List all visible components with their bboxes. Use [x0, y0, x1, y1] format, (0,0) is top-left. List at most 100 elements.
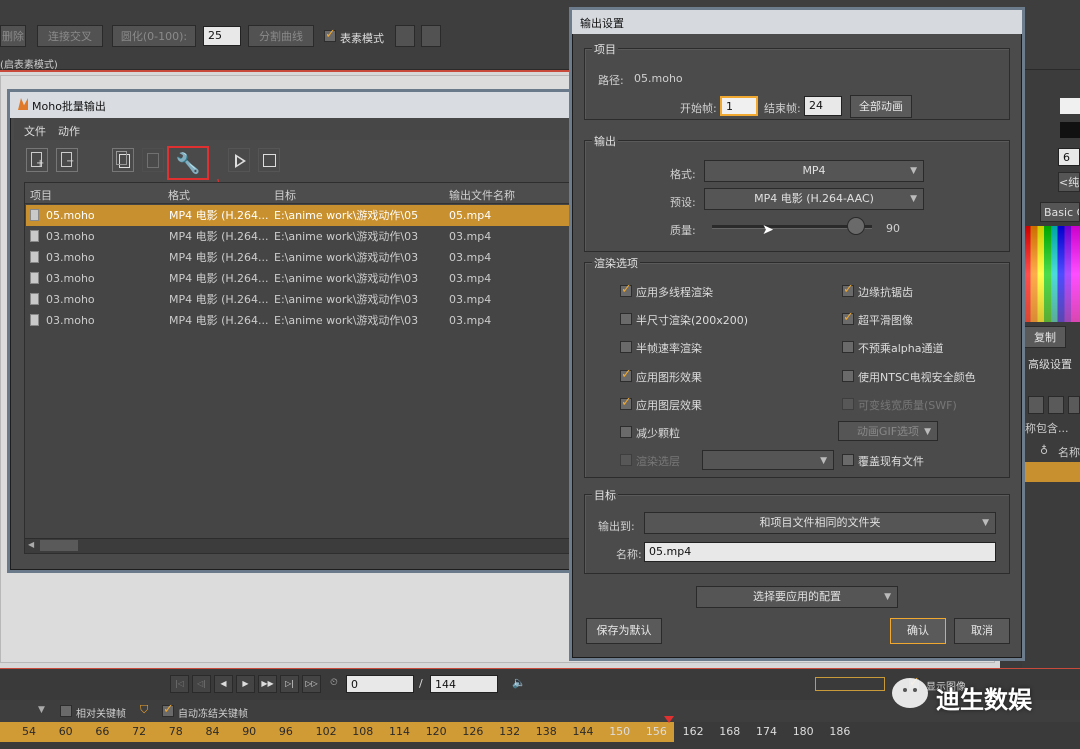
scroll-left-arrow[interactable]: ◀ [28, 540, 34, 549]
render-option-checkbox[interactable] [620, 313, 632, 326]
remove-file-icon[interactable]: − [56, 148, 78, 172]
menu-file[interactable]: 文件 [24, 123, 46, 139]
save-default-button[interactable]: 保存为默认 [586, 618, 662, 644]
render-option-checkbox[interactable] [620, 454, 632, 467]
preset-config-select[interactable]: 选择要应用的配置 ▼ [696, 586, 898, 608]
copy-icon[interactable] [112, 148, 134, 172]
playhead-marker[interactable] [664, 716, 674, 723]
basic-dropdown[interactable]: Basic C [1040, 202, 1080, 222]
quality-slider-thumb[interactable] [847, 217, 865, 235]
menu-action[interactable]: 动作 [58, 123, 80, 139]
total-frames-input[interactable]: 144 [430, 675, 498, 693]
color-swatch-black[interactable] [1060, 122, 1080, 138]
all-animation-button[interactable]: 全部动画 [850, 95, 912, 118]
layer-tool-2[interactable] [1048, 396, 1064, 414]
render-option-checkbox[interactable] [620, 282, 632, 297]
hscroll-thumb[interactable] [40, 540, 78, 551]
preset-select[interactable]: MP4 电影 (H.264-AAC) ▼ [704, 188, 924, 210]
render-option-checkbox[interactable] [842, 341, 854, 354]
render-option-checkbox[interactable] [842, 454, 854, 467]
first-frame-icon[interactable]: |◁ [170, 675, 189, 693]
table-row[interactable]: 03.moho MP4 电影 (H.264... E:\anime work\游戏动… [26, 310, 576, 331]
keyframe-shield-icon[interactable]: ⛉ [140, 703, 148, 717]
format-select[interactable]: MP4 ▼ [704, 160, 924, 182]
table-row[interactable]: 03.moho MP4 电影 (H.264... E:\anime work\游戏动… [26, 289, 576, 310]
col-project[interactable]: 项目 [30, 187, 52, 203]
auto-freeze-label: 自动冻结关键帧 [178, 709, 248, 720]
stop-icon[interactable] [258, 148, 280, 172]
relative-keyframes-checkbox[interactable] [60, 705, 72, 717]
add-file-icon[interactable]: + [26, 148, 48, 172]
gif-options-select[interactable]: 动画GIF选项 ▼ [838, 421, 938, 441]
play-icon[interactable] [228, 148, 250, 172]
render-option-checkbox[interactable] [842, 282, 854, 297]
table-row[interactable]: 03.moho MP4 电影 (H.264... E:\anime work\游戏动… [26, 268, 576, 289]
render-option-checkbox[interactable] [842, 397, 854, 410]
last-frame-icon[interactable]: ▷▷ [302, 675, 321, 693]
moho-file-icon [30, 272, 39, 284]
prev-key-icon[interactable]: ◁| [192, 675, 211, 693]
advanced-settings-label[interactable]: 高级设置 [1028, 356, 1072, 372]
fast-forward-icon[interactable]: ▶▶ [258, 675, 277, 693]
toolbar-extra-1[interactable] [395, 25, 415, 47]
keyframe-icon[interactable]: ⏲ [330, 677, 338, 688]
right-dropdown-chun[interactable]: <纯 [1058, 172, 1080, 192]
timeline-tick-label: 72 [132, 725, 147, 738]
palette-overlay [1024, 226, 1080, 322]
step-back-icon[interactable]: ◀ [214, 675, 233, 693]
layer-tool-1[interactable] [1028, 396, 1044, 414]
name-input[interactable]: 05.mp4 [644, 542, 996, 562]
right-value-input[interactable]: 6 [1058, 148, 1080, 166]
auto-freeze-checkbox[interactable] [162, 702, 174, 717]
timeline-dropdown-arrow[interactable]: ▼ [38, 705, 45, 715]
cancel-button[interactable]: 取消 [954, 618, 1010, 644]
batch-window-title: Moho批量输出 [32, 100, 106, 113]
timeline-tick-label: 54 [22, 725, 36, 738]
next-key-icon[interactable]: ▷| [280, 675, 299, 693]
render-option-checkbox[interactable] [842, 369, 854, 382]
table-hscrollbar[interactable] [25, 538, 575, 553]
ok-button[interactable]: 确认 [890, 618, 946, 644]
timeline-tick-label: 156 [645, 725, 667, 738]
toolbar-extra-2[interactable] [421, 25, 441, 47]
color-swatch-white[interactable] [1060, 98, 1080, 114]
cell-output: 03.mp4 [449, 293, 492, 306]
render-option-checkbox[interactable] [620, 426, 632, 438]
table-row[interactable]: 03.moho MP4 电影 (H.264... E:\anime work\游戏动… [26, 247, 576, 268]
current-frame-input[interactable]: 0 [346, 675, 414, 693]
layer-tool-3[interactable] [1068, 396, 1080, 414]
view-layout-buttons[interactable] [815, 677, 885, 691]
render-layer-select[interactable]: ▼ [702, 450, 834, 470]
cell-output: 03.mp4 [449, 272, 492, 285]
start-frame-input[interactable]: 1 [720, 96, 758, 116]
render-option-checkbox[interactable] [620, 395, 632, 410]
timeline-tick-label: 144 [572, 725, 594, 738]
smooth-button[interactable]: 圆化(0-100): [112, 25, 196, 47]
col-format[interactable]: 格式 [168, 187, 190, 203]
settings-wrench-icon[interactable]: 🔧 [167, 146, 209, 180]
moho-file-icon [30, 314, 39, 326]
table-row[interactable]: 05.moho MP4 电影 (H.264... E:\anime work\游戏动… [26, 205, 576, 226]
delete-button[interactable]: 删除 [0, 25, 26, 47]
play-icon[interactable]: ▶ [236, 675, 255, 693]
layer-row-selected[interactable] [1024, 462, 1080, 482]
render-option-checkbox[interactable] [842, 310, 854, 326]
audio-icon[interactable]: 🔈 [512, 676, 526, 689]
render-option-checkbox[interactable] [620, 341, 632, 354]
col-target[interactable]: 目标 [274, 187, 296, 203]
timeline-tick-label: 60 [58, 725, 73, 738]
paste-icon[interactable] [142, 148, 164, 172]
table-row[interactable]: 03.moho MP4 电影 (H.264... E:\anime work\游戏动… [26, 226, 576, 247]
cell-format: MP4 电影 (H.264... [169, 230, 269, 243]
render-option-checkbox[interactable] [620, 367, 632, 382]
connect-cross-button[interactable]: 连接交叉 [37, 25, 103, 47]
cell-project: 03.moho [46, 293, 95, 306]
pixel-mode-checkbox[interactable] [324, 27, 336, 42]
smooth-value-input[interactable]: 25 [203, 26, 241, 46]
end-frame-input[interactable]: 24 [804, 96, 842, 116]
output-to-select[interactable]: 和项目文件相同的文件夹 ▼ [644, 512, 996, 534]
format-label: 格式: [670, 168, 696, 181]
col-output-name[interactable]: 输出文件名称 [449, 187, 515, 203]
copy-button[interactable]: 复制 [1024, 326, 1066, 348]
split-curve-button[interactable]: 分割曲线 [248, 25, 314, 47]
